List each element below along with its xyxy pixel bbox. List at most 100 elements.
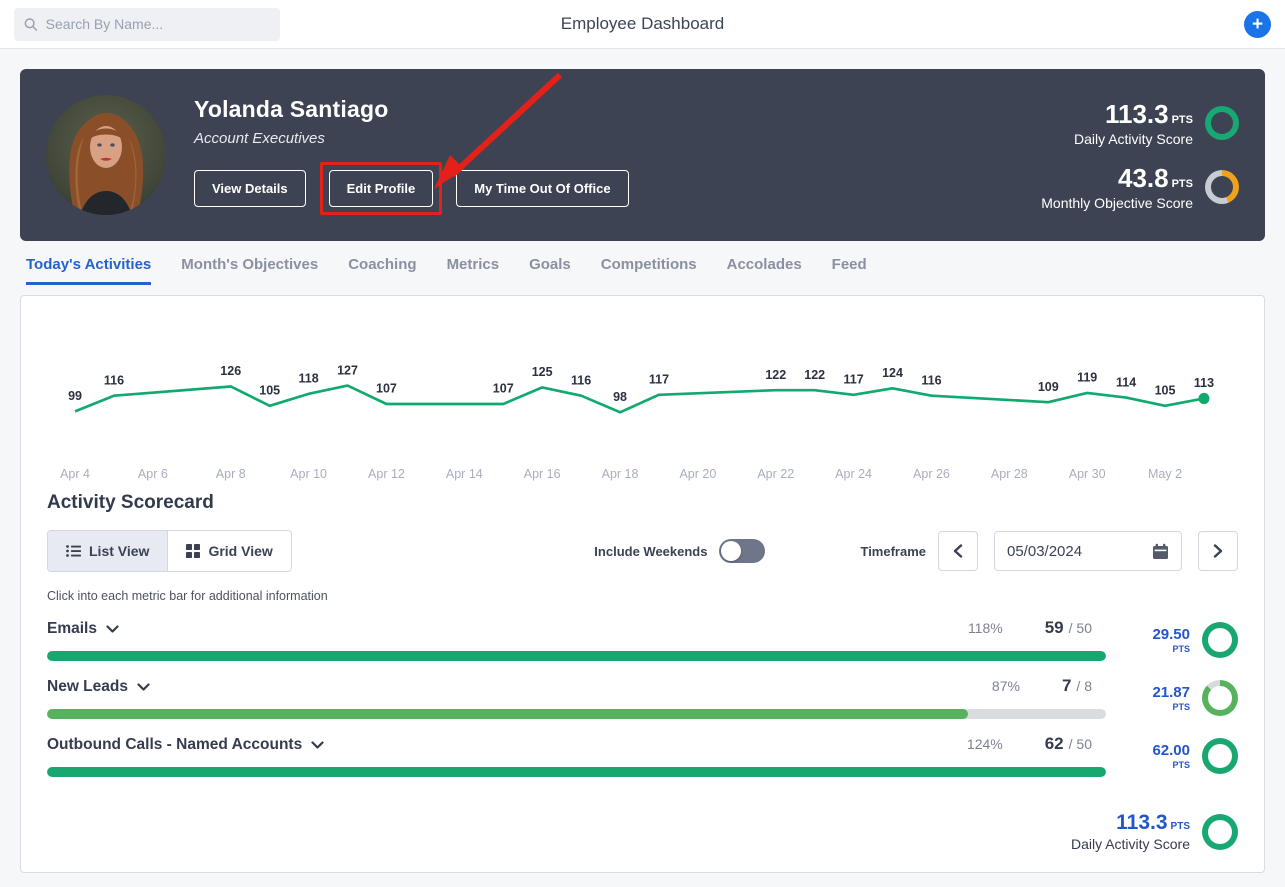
svg-text:98: 98 (613, 390, 627, 404)
tab-bar: Today's Activities Month's Objectives Co… (20, 241, 1265, 285)
svg-text:116: 116 (571, 373, 591, 387)
scorecard-title: Activity Scorecard (47, 492, 1238, 514)
metric-main: New Leads 87% 7/ 8 (47, 676, 1106, 719)
activity-line-chart: 9911612610511812710710712511698117122122… (47, 314, 1238, 486)
svg-text:113: 113 (1194, 376, 1214, 390)
svg-text:Apr 12: Apr 12 (368, 467, 405, 481)
svg-text:116: 116 (921, 373, 941, 387)
search-box[interactable] (14, 8, 280, 41)
profile-header-card: Yolanda Santiago Account Executives View… (20, 69, 1265, 241)
include-weekends-toggle[interactable] (719, 539, 765, 563)
svg-text:122: 122 (765, 368, 786, 382)
metric-main: Outbound Calls - Named Accounts 124% 62/… (47, 734, 1106, 777)
tab-competitions[interactable]: Competitions (601, 256, 697, 285)
timeframe-prev-button[interactable] (938, 531, 978, 571)
scorecard-controls: List View Grid View Include Weekends Tim… (47, 530, 1238, 572)
total-score-unit: PTS (1171, 821, 1190, 832)
list-icon (66, 545, 81, 557)
total-score-value: 113.3 (1116, 811, 1167, 834)
metric-value: 62/ 50 (1045, 734, 1092, 754)
metric-target: / 8 (1076, 678, 1092, 694)
monthly-score-unit: PTS (1172, 178, 1193, 190)
metric-progress-bar[interactable] (47, 709, 1106, 719)
monthly-objective-score-row: 43.8PTS Monthly Objective Score (1041, 163, 1239, 211)
svg-text:Apr 18: Apr 18 (602, 467, 639, 481)
timeframe-next-button[interactable] (1198, 531, 1238, 571)
svg-text:124: 124 (882, 366, 903, 380)
search-icon (24, 17, 38, 32)
metric-stats: 87% 7/ 8 (992, 676, 1106, 696)
include-weekends-control: Include Weekends (594, 539, 765, 563)
annotation-highlight-box: Edit Profile (320, 162, 443, 215)
svg-text:May 2: May 2 (1148, 467, 1182, 481)
timeframe-date-input[interactable]: 05/03/2024 (994, 531, 1182, 571)
list-view-label: List View (89, 543, 149, 559)
metric-ring (1202, 738, 1238, 774)
metric-row-outbound-calls: Outbound Calls - Named Accounts 124% 62/… (47, 719, 1238, 777)
svg-text:Apr 14: Apr 14 (446, 467, 483, 481)
my-time-out-of-office-button[interactable]: My Time Out Of Office (456, 170, 628, 207)
monthly-score-value: 43.8 (1118, 163, 1169, 193)
metric-points-value: 29.50 (1152, 626, 1190, 643)
metric-target: / 50 (1069, 736, 1092, 752)
view-details-button[interactable]: View Details (194, 170, 306, 207)
add-button[interactable]: + (1244, 11, 1271, 38)
chevron-down-icon (137, 683, 150, 691)
svg-text:105: 105 (259, 383, 280, 397)
metric-stats: 118% 59/ 50 (968, 618, 1106, 638)
daily-activity-total-text: 113.3 PTS Daily Activity Score (1071, 811, 1190, 852)
metric-progress-bar[interactable] (47, 767, 1106, 777)
metric-progress-fill (47, 767, 1106, 777)
metric-percent: 87% (992, 678, 1020, 694)
tab-accolades[interactable]: Accolades (727, 256, 802, 285)
metric-ring (1202, 622, 1238, 658)
svg-text:Apr 6: Apr 6 (138, 467, 168, 481)
tab-goals[interactable]: Goals (529, 256, 571, 285)
daily-score-unit: PTS (1172, 114, 1193, 126)
svg-text:107: 107 (376, 382, 397, 396)
profile-buttons: View Details Edit Profile My Time Out Of… (194, 162, 1041, 215)
metric-progress-bar[interactable] (47, 651, 1106, 661)
calendar-icon (1152, 543, 1169, 560)
svg-text:Apr 22: Apr 22 (757, 467, 794, 481)
daily-score-label: Daily Activity Score (1074, 131, 1193, 147)
grid-icon (186, 544, 200, 558)
tab-todays-activities[interactable]: Today's Activities (26, 256, 151, 285)
metric-main: Emails 118% 59/ 50 (47, 618, 1106, 661)
chevron-down-icon (106, 625, 119, 633)
metric-progress-fill (47, 651, 1106, 661)
activity-trend-chart[interactable]: 9911612610511812710710712511698117122122… (47, 314, 1238, 486)
total-score-label: Daily Activity Score (1071, 836, 1190, 852)
svg-text:118: 118 (299, 371, 319, 385)
edit-profile-button[interactable]: Edit Profile (329, 170, 434, 207)
metric-progress-fill (47, 709, 968, 719)
top-bar: Employee Dashboard + (0, 0, 1285, 49)
search-input[interactable] (46, 16, 270, 32)
grid-view-button[interactable]: Grid View (167, 531, 290, 571)
metric-ring (1202, 680, 1238, 716)
svg-text:119: 119 (1077, 371, 1097, 385)
metric-label-new-leads[interactable]: New Leads (47, 678, 150, 696)
svg-text:Apr 26: Apr 26 (913, 467, 950, 481)
timeframe-date-value: 05/03/2024 (1007, 543, 1144, 560)
metric-label-emails[interactable]: Emails (47, 620, 119, 638)
tab-coaching[interactable]: Coaching (348, 256, 416, 285)
employee-role: Account Executives (194, 130, 1041, 147)
daily-activity-score-row: 113.3PTS Daily Activity Score (1041, 99, 1239, 147)
metric-row-emails: Emails 118% 59/ 50 29.50PTS (47, 603, 1238, 661)
tab-feed[interactable]: Feed (832, 256, 867, 285)
todays-activities-panel: 9911612610511812710710712511698117122122… (20, 295, 1265, 873)
metric-label-outbound-calls[interactable]: Outbound Calls - Named Accounts (47, 736, 324, 754)
metric-value: 59/ 50 (1045, 618, 1092, 638)
daily-activity-total-row: 113.3 PTS Daily Activity Score (47, 811, 1238, 852)
list-view-button[interactable]: List View (48, 531, 167, 571)
svg-text:Apr 24: Apr 24 (835, 467, 872, 481)
metric-row-new-leads: New Leads 87% 7/ 8 21.87PTS (47, 661, 1238, 719)
tab-metrics[interactable]: Metrics (447, 256, 500, 285)
tab-months-objectives[interactable]: Month's Objectives (181, 256, 318, 285)
svg-text:109: 109 (1038, 380, 1059, 394)
include-weekends-label: Include Weekends (594, 544, 707, 559)
daily-score-value: 113.3 (1105, 99, 1169, 129)
metric-points-unit: PTS (1152, 760, 1190, 770)
svg-text:Apr 16: Apr 16 (524, 467, 561, 481)
